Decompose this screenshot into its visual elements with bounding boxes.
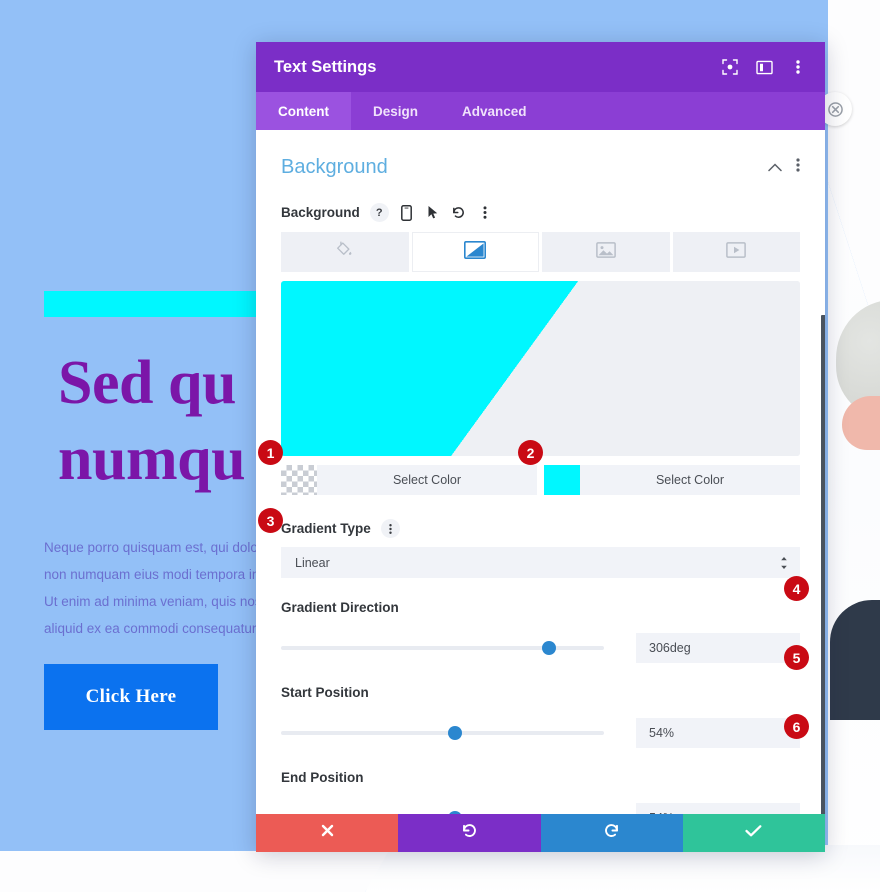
- gradient-direction-input[interactable]: 306deg: [636, 633, 800, 663]
- chevron-up-icon[interactable]: [768, 159, 782, 177]
- hero-cta-button[interactable]: Click Here: [44, 664, 218, 730]
- gradient-direction-label: Gradient Direction: [281, 600, 399, 615]
- end-position-input[interactable]: 54%: [636, 803, 800, 814]
- tab-content[interactable]: Content: [256, 92, 351, 130]
- undo-button[interactable]: [398, 814, 541, 852]
- gradient-direction-block: Gradient Direction 306deg: [281, 600, 800, 663]
- end-position-label: End Position: [281, 770, 364, 785]
- start-position-row: 54%: [281, 718, 800, 748]
- background-field-label-row: Background ?: [281, 203, 800, 222]
- gradient-type-select[interactable]: Linear: [281, 547, 800, 578]
- paint-bucket-icon: [336, 241, 353, 263]
- responsive-phone-icon[interactable]: [399, 204, 415, 221]
- redo-icon: [603, 822, 620, 844]
- select-color-button-1[interactable]: Select Color: [317, 465, 537, 495]
- screen: Sed qu numqu Neque porro quisquam est, q…: [0, 0, 880, 892]
- gradient-direction-slider[interactable]: [281, 641, 604, 655]
- select-updown-icon: [780, 556, 788, 569]
- more-vertical-icon[interactable]: [789, 58, 807, 76]
- check-icon: [745, 824, 762, 843]
- background-field-label: Background: [281, 205, 360, 220]
- callout-badge-5: 5: [784, 645, 809, 670]
- gradient-type-label-row: Gradient Type: [281, 519, 800, 538]
- hero-paragraph-line-4: aliquid ex ea commodi consequatur.: [44, 621, 260, 636]
- modal-header-actions: [721, 58, 807, 76]
- background-type-tabs: [281, 232, 800, 272]
- person-body: [830, 600, 880, 720]
- save-button[interactable]: [682, 814, 825, 852]
- modal-scrollbar[interactable]: [821, 315, 825, 814]
- gradient-preview: [281, 281, 800, 456]
- hero-paragraph-line-1: Neque porro quisquam est, qui dolor: [44, 540, 263, 555]
- background-color-tab[interactable]: [281, 232, 409, 272]
- section-title: Background: [281, 156, 388, 178]
- callout-badge-1: 1: [258, 440, 283, 465]
- hero-paragraph-line-3: Ut enim ad minima veniam, quis nos: [44, 594, 262, 609]
- modal-tabs: Content Design Advanced: [256, 92, 825, 130]
- tab-advanced[interactable]: Advanced: [440, 92, 549, 130]
- hero-paragraph-line-2: non numquam eius modi tempora in: [44, 567, 260, 582]
- gradient-color-stop-1: Select Color: [281, 465, 537, 495]
- help-icon[interactable]: ?: [369, 203, 389, 222]
- callout-badge-2: 2: [518, 440, 543, 465]
- tab-design[interactable]: Design: [351, 92, 440, 130]
- background-image-tab[interactable]: [542, 232, 670, 272]
- cursor-hover-icon[interactable]: [425, 205, 441, 221]
- slider-thumb[interactable]: [448, 811, 463, 814]
- hero-paragraph: Neque porro quisquam est, qui dolor non …: [44, 534, 280, 642]
- hero-accent-bar: [44, 291, 276, 317]
- panel-layout-icon[interactable]: [755, 58, 773, 76]
- section-more-vertical-icon[interactable]: [796, 157, 800, 178]
- section-tools: [768, 157, 800, 178]
- page-white-panel-bottom: [365, 845, 880, 892]
- callout-badge-3: 3: [258, 508, 283, 533]
- end-position-slider[interactable]: [281, 811, 604, 814]
- gradient-preview-fill: [281, 281, 800, 456]
- gradient-direction-row: 306deg: [281, 633, 800, 663]
- redo-button[interactable]: [540, 814, 683, 852]
- modal-footer: [256, 814, 825, 852]
- background-section-header[interactable]: Background: [281, 156, 800, 179]
- gradient-icon: [464, 240, 487, 264]
- start-position-slider[interactable]: [281, 726, 604, 740]
- gradient-color-stops: Select Color Select Color: [281, 465, 800, 495]
- reset-undo-icon[interactable]: [451, 205, 467, 221]
- gradient-type-more-vertical-icon[interactable]: [380, 519, 400, 538]
- start-position-label: Start Position: [281, 685, 369, 700]
- gradient-type-value: Linear: [295, 555, 330, 570]
- x-icon: [320, 823, 335, 843]
- end-position-block: End Position 54%: [281, 770, 800, 814]
- focus-target-icon[interactable]: [721, 58, 739, 76]
- background-gradient-tab[interactable]: [411, 232, 539, 272]
- end-position-row: 54%: [281, 803, 800, 814]
- color-swatch-1[interactable]: [281, 465, 317, 495]
- modal-title: Text Settings: [274, 57, 377, 76]
- gradient-type-label: Gradient Type: [281, 521, 371, 536]
- background-video-tab[interactable]: [672, 232, 800, 272]
- slider-thumb[interactable]: [448, 726, 463, 740]
- slider-thumb[interactable]: [542, 641, 557, 655]
- modal-body: Background Background ? Select Color Sel…: [256, 130, 825, 814]
- person-photo: [830, 300, 880, 720]
- cancel-button[interactable]: [256, 814, 399, 852]
- start-position-input[interactable]: 54%: [636, 718, 800, 748]
- background-more-vertical-icon[interactable]: [477, 205, 493, 221]
- gradient-color-stop-2: Select Color: [544, 465, 800, 495]
- select-color-button-2[interactable]: Select Color: [580, 465, 800, 495]
- callout-badge-4: 4: [784, 576, 809, 601]
- undo-icon: [461, 822, 478, 844]
- color-swatch-2[interactable]: [544, 465, 580, 495]
- start-position-block: Start Position 54%: [281, 685, 800, 748]
- video-icon: [726, 241, 747, 263]
- modal-header: Text Settings: [256, 42, 825, 92]
- image-icon: [595, 241, 616, 263]
- slider-track: [281, 731, 604, 735]
- person-face: [842, 396, 880, 450]
- callout-badge-6: 6: [784, 714, 809, 739]
- close-circle-icon: [827, 101, 843, 117]
